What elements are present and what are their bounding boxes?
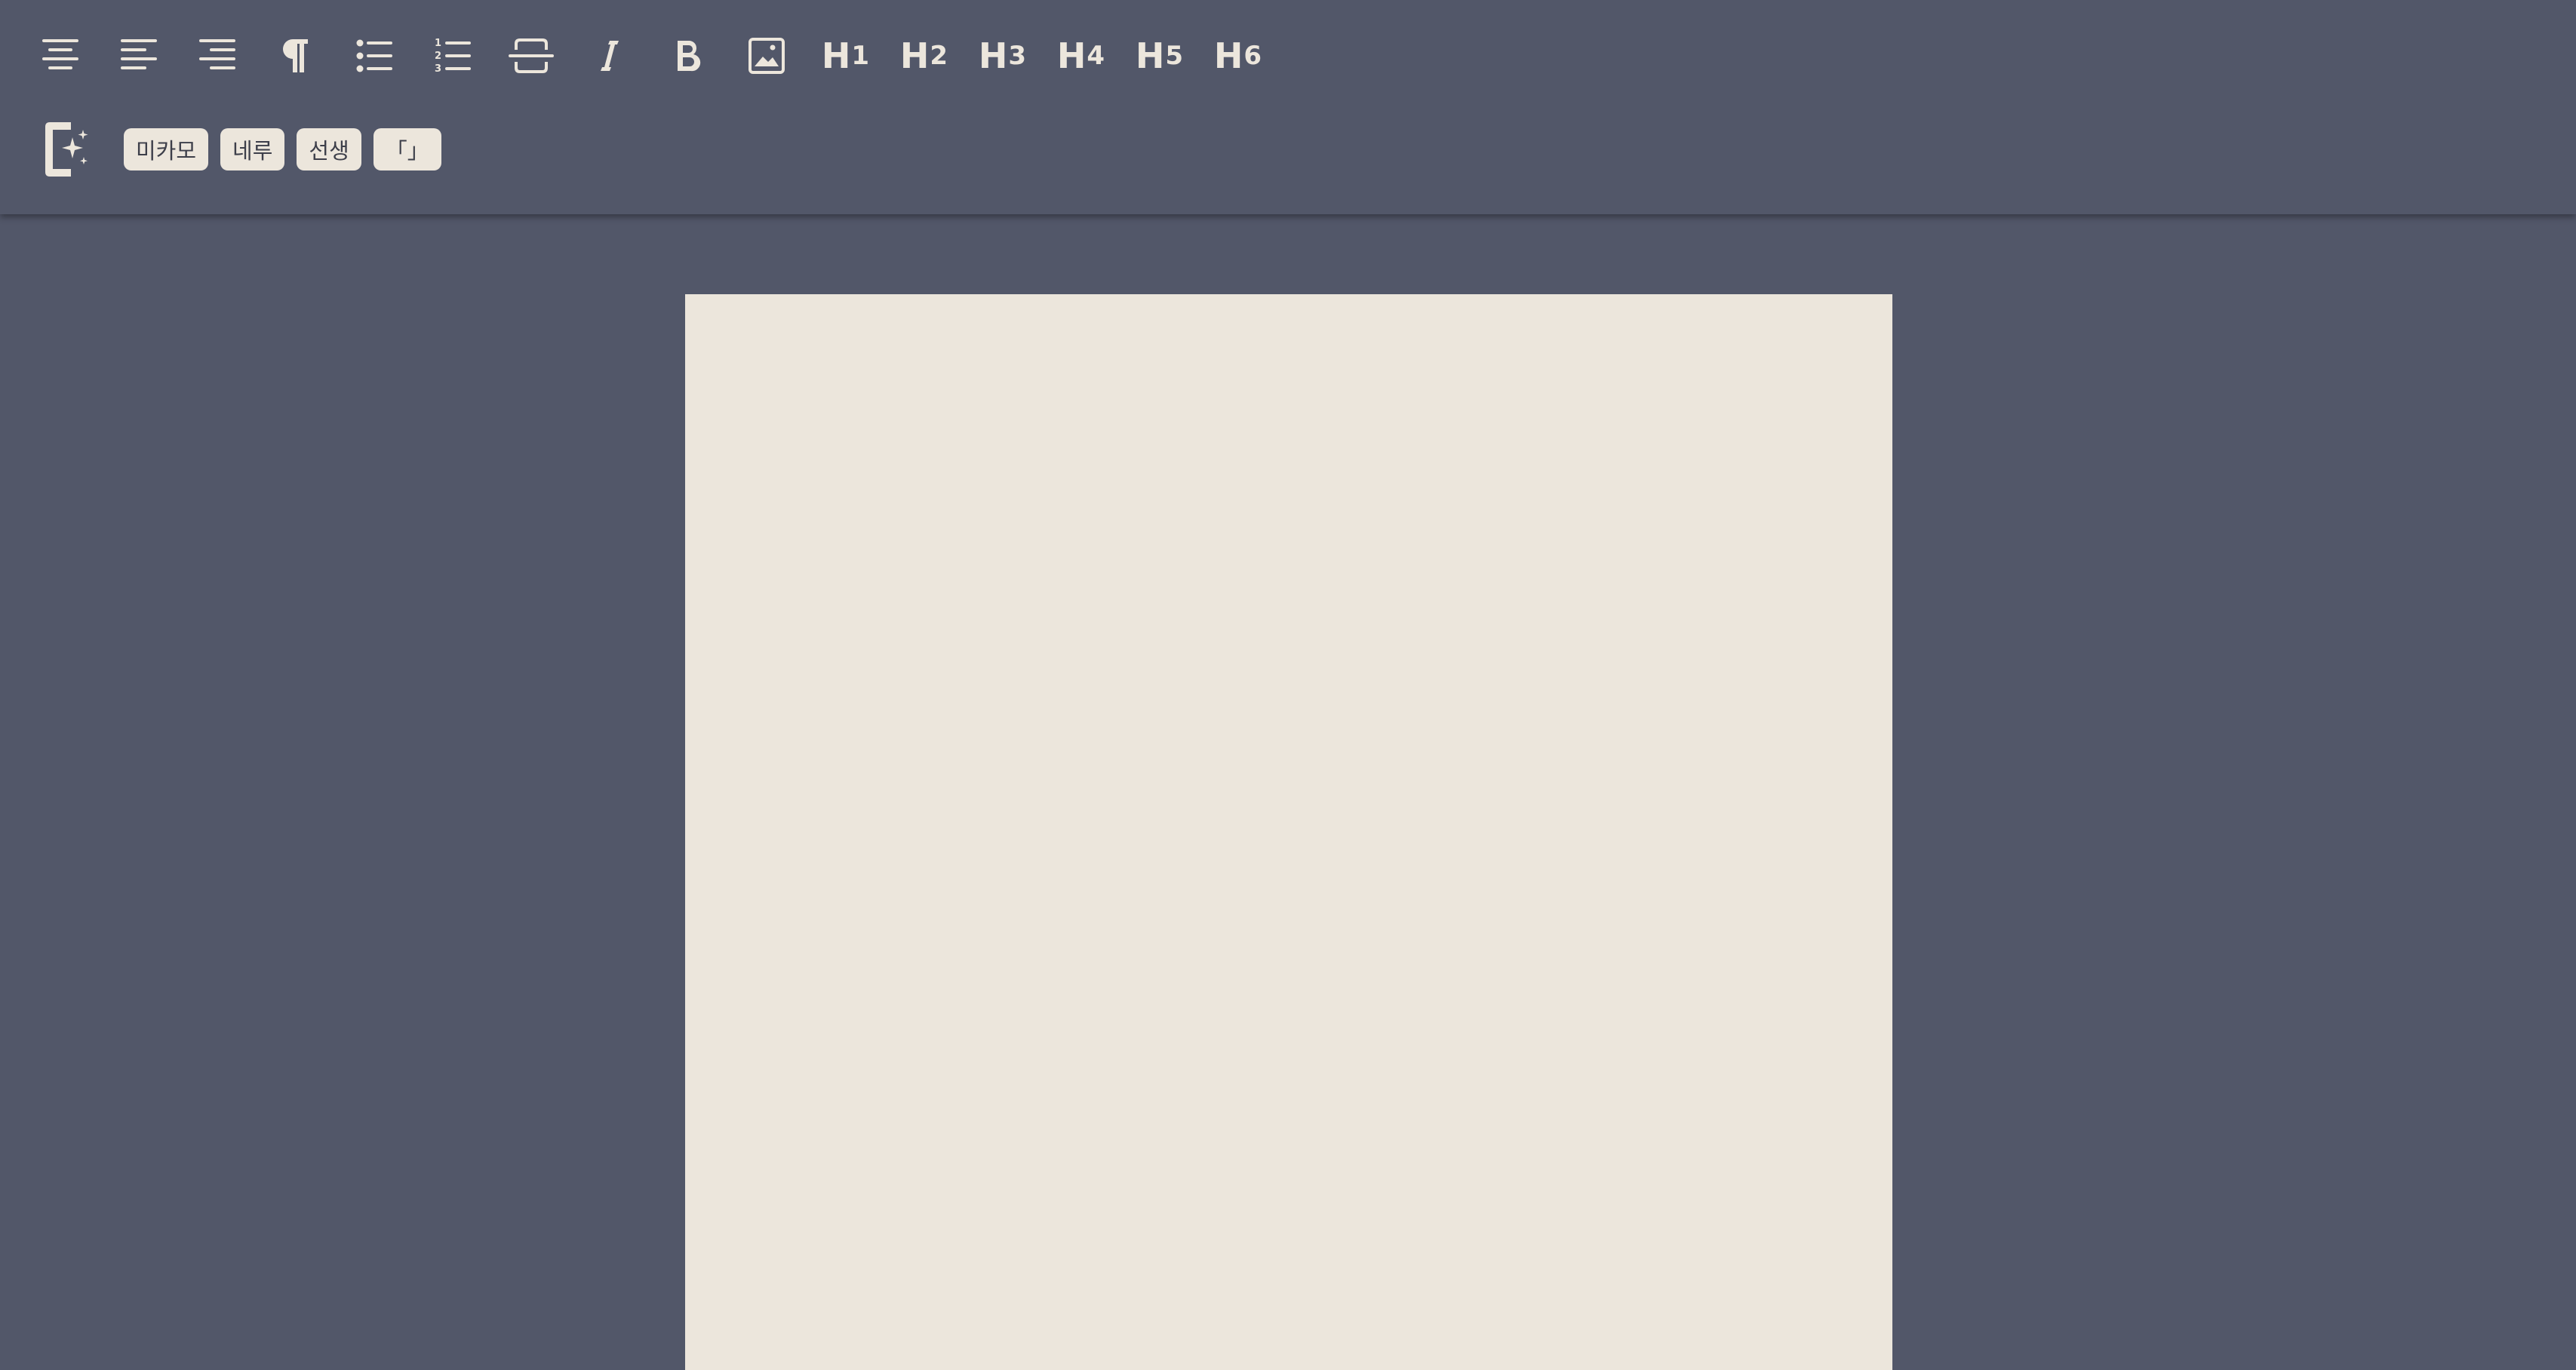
document-page[interactable]	[685, 294, 1892, 1370]
page-break-icon	[509, 38, 554, 73]
insert-bracket-chip[interactable]: 「」	[373, 128, 441, 170]
document-sparkle-icon	[45, 122, 88, 177]
heading-2-button[interactable]: H2	[896, 29, 951, 83]
heading-5-letter: H	[1135, 35, 1164, 76]
heading-6-letter: H	[1213, 35, 1243, 76]
paragraph-button[interactable]	[269, 29, 323, 83]
bullet-list-icon	[356, 39, 392, 72]
heading-1-letter: H	[821, 35, 850, 76]
document-ai-button[interactable]	[41, 120, 92, 179]
svg-text:1: 1	[435, 38, 441, 49]
editor-toolbar: 1 2 3 H 1 H 2 H 3 H 4 H 5 H 6 미카모 네루 선생 …	[0, 0, 2576, 214]
page-break-button[interactable]	[504, 29, 558, 83]
heading-4-letter: H	[1056, 35, 1086, 76]
image-button[interactable]	[739, 29, 794, 83]
heading-3-button[interactable]: H3	[975, 29, 1029, 83]
align-left-icon	[121, 39, 157, 69]
insert-neru-chip[interactable]: 네루	[220, 128, 285, 170]
heading-1-button[interactable]: H1	[818, 29, 872, 83]
italic-button[interactable]	[583, 29, 637, 83]
heading-4-button[interactable]: H4	[1053, 29, 1108, 83]
bold-button[interactable]	[661, 29, 715, 83]
heading-5-button[interactable]: H5	[1132, 29, 1186, 83]
heading-4-level: 4	[1087, 41, 1105, 71]
align-left-button[interactable]	[112, 29, 166, 83]
heading-2-letter: H	[899, 35, 929, 76]
align-center-button[interactable]	[33, 29, 88, 83]
insert-mikamo-chip[interactable]: 미카모	[124, 128, 209, 170]
heading-5-level: 5	[1165, 41, 1183, 71]
heading-2-level: 2	[930, 41, 948, 71]
bold-icon	[678, 41, 701, 72]
svg-text:3: 3	[435, 63, 441, 75]
align-center-icon	[42, 39, 78, 69]
heading-1-level: 1	[851, 41, 869, 71]
pilcrow-icon	[283, 39, 308, 72]
heading-3-letter: H	[978, 35, 1007, 76]
insert-toolbar-row: 미카모 네루 선생 「」	[41, 119, 453, 180]
formatting-toolbar-row: 1 2 3 H 1 H 2 H 3 H 4 H 5 H 6	[33, 29, 1289, 83]
align-right-icon	[199, 39, 235, 69]
numbered-list-icon: 1 2 3	[435, 38, 471, 75]
heading-3-level: 3	[1008, 41, 1026, 71]
align-right-button[interactable]	[190, 29, 244, 83]
image-icon	[749, 38, 785, 74]
bullet-list-button[interactable]	[347, 29, 401, 83]
italic-icon	[601, 41, 619, 71]
numbered-list-button[interactable]: 1 2 3	[426, 29, 480, 83]
heading-6-button[interactable]: H6	[1210, 29, 1265, 83]
insert-teacher-chip[interactable]: 선생	[297, 128, 361, 170]
svg-text:2: 2	[435, 51, 441, 62]
heading-6-level: 6	[1243, 41, 1262, 71]
